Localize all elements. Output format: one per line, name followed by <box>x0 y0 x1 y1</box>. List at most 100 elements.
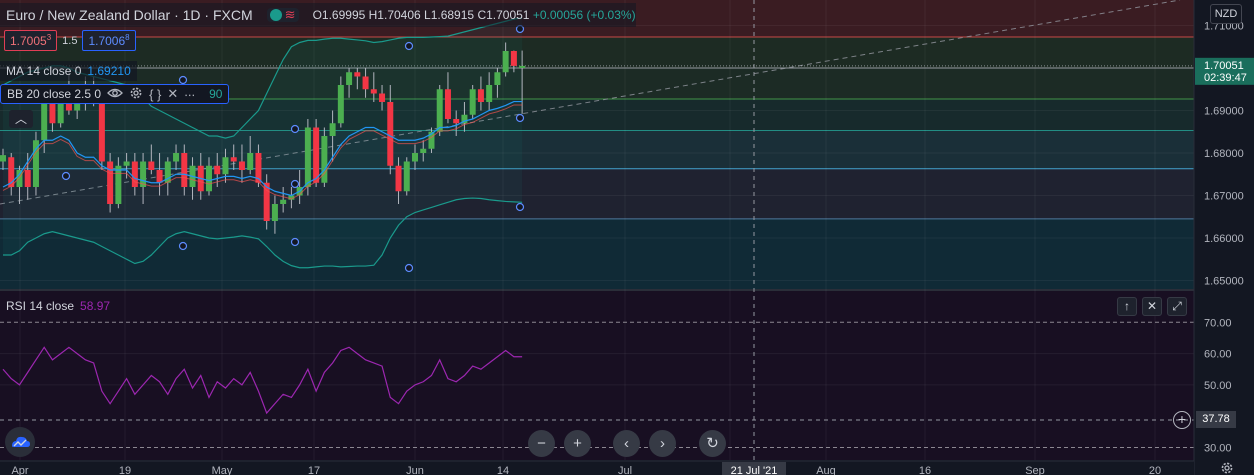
pane-maximize-button[interactable]: ⤢ <box>1167 297 1187 316</box>
time-label: 16 <box>919 465 931 475</box>
ohlc-high: H1.70406 <box>368 8 421 22</box>
candle-up <box>206 165 212 192</box>
candle-up <box>403 161 410 192</box>
candle-down <box>181 153 188 187</box>
currency-button[interactable]: NZD <box>1210 4 1242 24</box>
candle-down <box>362 76 369 90</box>
time-label: 17 <box>308 465 320 475</box>
arrow-up-icon: ↑ <box>1124 299 1130 313</box>
reset-icon: ↻ <box>706 435 719 452</box>
bb-legend[interactable]: BB 20 close 2.5 0 { } ✕ ∙∙∙ 90 <box>0 84 230 104</box>
chart-canvas[interactable]: 1.710001.700001.690001.680001.670001.660… <box>0 0 1254 475</box>
anchor-marker <box>515 113 525 123</box>
candle-down <box>214 165 221 175</box>
price-scale[interactable]: 1.710001.700001.690001.680001.670001.660… <box>1193 0 1254 475</box>
scroll-left-icon: ‹ <box>624 435 629 452</box>
time-axis-bg <box>0 461 1194 475</box>
candle-down <box>49 102 56 124</box>
candle-up <box>123 161 130 166</box>
scroll-left-button[interactable]: ‹ <box>613 430 640 457</box>
anchor-marker <box>178 75 188 85</box>
add-alert-button[interactable]: + <box>1173 411 1191 429</box>
candle-down <box>354 72 361 77</box>
ohlc-values: O1.69995 H1.70406 L1.68915 C1.70051 +0.0… <box>313 8 636 22</box>
symbol-title[interactable]: Euro / New Zealand Dollar · 1D · FXCM <box>6 7 253 23</box>
tradingview-logo[interactable] <box>5 427 35 457</box>
chevron-up-icon[interactable]: ︿ <box>9 110 33 128</box>
last-price-value: 1.70051 <box>1204 60 1244 72</box>
anchor-marker <box>404 263 414 273</box>
more-icon[interactable]: ∙∙∙ <box>184 87 195 102</box>
zoom-in-icon: + <box>573 435 582 452</box>
candle-down <box>24 170 31 187</box>
candle-down <box>131 161 138 187</box>
sell-pip: 3 <box>46 33 52 42</box>
ohlc-low: L1.68915 <box>424 8 475 22</box>
candle-up <box>502 51 509 73</box>
close-icon: ✕ <box>1146 299 1158 313</box>
fib-zone <box>0 36 1194 68</box>
candle-up <box>337 85 344 124</box>
candle-down <box>510 51 517 66</box>
candle-up <box>115 165 122 204</box>
candle-up <box>16 170 23 187</box>
candle-up <box>486 85 493 102</box>
ma-legend[interactable]: MA 14 close 0 1.69210 <box>0 61 137 81</box>
market-status-toggles[interactable]: ≋ <box>266 8 299 22</box>
rsi-legend[interactable]: RSI 14 close 58.97 <box>0 297 116 315</box>
zoom-out-button[interactable]: − <box>528 430 555 457</box>
candle-up <box>519 65 526 68</box>
reset-chart-button[interactable]: ↻ <box>699 430 726 457</box>
braces-icon[interactable]: { } <box>149 87 161 102</box>
candle-up <box>420 148 427 153</box>
candle-down <box>387 102 394 166</box>
candle-down <box>98 97 105 162</box>
candle-up <box>346 72 353 85</box>
sell-button[interactable]: 1.70053 <box>4 30 58 51</box>
candle-up <box>173 153 180 162</box>
ohlc-open: O1.69995 <box>312 8 366 22</box>
interval-label: 1D <box>182 7 201 23</box>
anchor-marker <box>178 241 188 251</box>
close-icon[interactable]: ✕ <box>167 86 178 102</box>
maximize-icon: ⤢ <box>1172 299 1182 313</box>
market-open-icon <box>269 9 282 21</box>
pane-move-up-button[interactable]: ↑ <box>1117 297 1137 316</box>
rsi-crosshair-tag: 37.78 <box>1196 411 1236 428</box>
anchor-marker <box>290 237 300 247</box>
scroll-right-button[interactable]: › <box>649 430 676 457</box>
candle-down <box>148 161 155 170</box>
candle-down <box>379 93 386 102</box>
buy-button[interactable]: 1.70068 <box>82 30 136 51</box>
price-label: 1.68000 <box>1204 148 1244 160</box>
rsi-label: RSI 14 close <box>6 299 75 313</box>
ohlc-change: +0.00056 (+0.03%) <box>532 8 636 22</box>
rsi-scale-label: 60.00 <box>1204 349 1232 361</box>
settings-gear-icon[interactable] <box>1220 461 1234 475</box>
candle-up <box>436 89 443 132</box>
buy-price: 1.7006 <box>88 34 126 48</box>
eye-icon[interactable] <box>107 87 123 102</box>
candle-down <box>395 165 402 192</box>
candle-up <box>271 204 278 221</box>
bar-countdown: 02:39:47 <box>1204 72 1247 84</box>
candle-up <box>222 157 229 175</box>
candle-up <box>494 72 501 85</box>
candle-down <box>156 170 163 183</box>
anchor-marker <box>515 202 525 212</box>
candle-up <box>41 102 48 141</box>
anchor-marker <box>290 124 300 134</box>
bb-value-tail: 90 <box>209 87 223 101</box>
rsi-value: 58.97 <box>80 299 111 313</box>
spread-value: 1.5 <box>62 34 78 47</box>
time-label: 19 <box>119 465 131 475</box>
price-label: 1.67000 <box>1204 191 1244 203</box>
time-label: Sep <box>1025 465 1045 475</box>
zoom-in-button[interactable]: + <box>564 430 591 457</box>
time-axis[interactable]: Apr 19 May 17 Jun 14 Jul Aug 16 Sep 20 21 Jul '21 <box>0 460 1194 475</box>
zoom-out-icon: − <box>537 435 546 452</box>
pane-close-button[interactable]: ✕ <box>1142 297 1162 316</box>
candle-up <box>247 153 254 170</box>
rsi-scale-label: 30.00 <box>1204 442 1232 454</box>
gear-icon[interactable] <box>129 86 143 103</box>
